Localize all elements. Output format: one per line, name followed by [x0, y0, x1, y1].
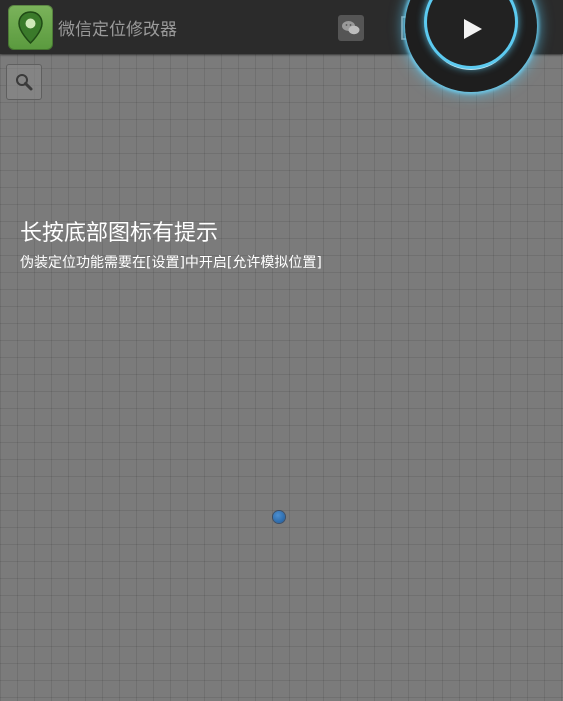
wechat-button[interactable] [338, 15, 364, 41]
app-title: 微信定位修改器 [58, 20, 177, 40]
wechat-icon [342, 21, 360, 35]
search-icon [16, 74, 33, 91]
map-pin-icon [18, 11, 43, 45]
map-search-button[interactable] [6, 64, 42, 100]
hint-subtitle: 伪装定位功能需要在[设置]中开启[允许模拟位置] [20, 255, 322, 271]
play-icon [464, 19, 482, 39]
app-screen: 长按底部图标有提示 伪装定位功能需要在[设置]中开启[允许模拟位置] 微信定位修… [0, 0, 563, 701]
app-icon[interactable] [8, 5, 53, 50]
hint-title: 长按底部图标有提示 [20, 221, 219, 246]
location-marker[interactable] [273, 511, 285, 523]
